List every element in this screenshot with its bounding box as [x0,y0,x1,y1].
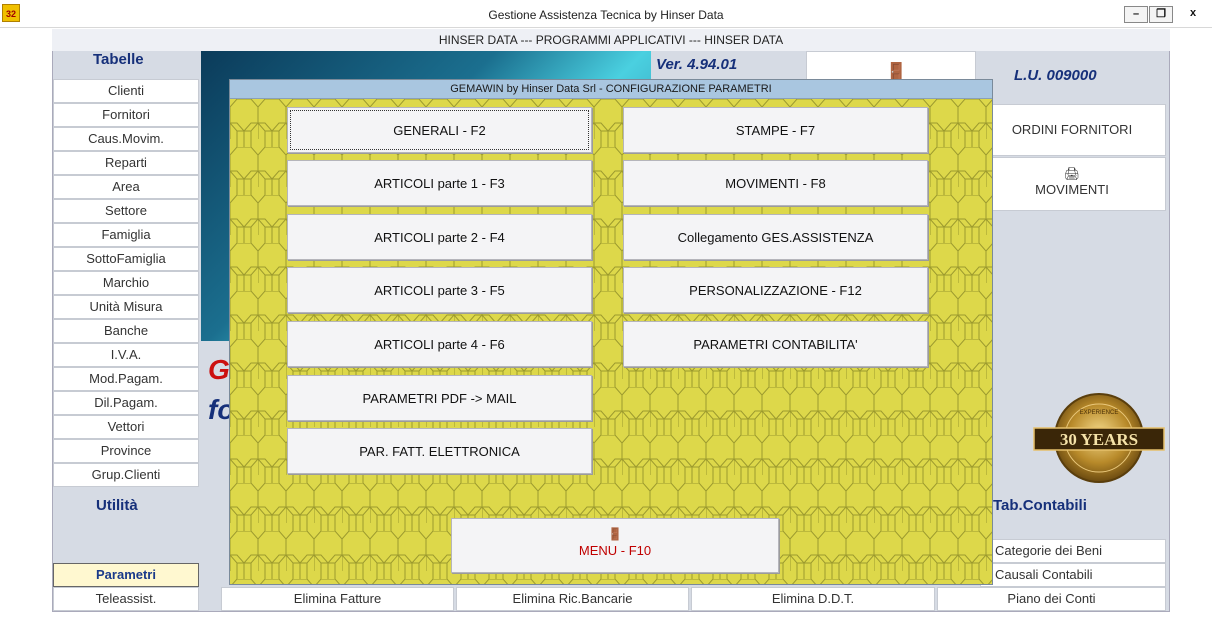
tabelle-item[interactable]: Mod.Pagam. [53,367,199,391]
config-button[interactable]: ARTICOLI parte 3 - F5 [287,267,592,313]
badge-text: 30 YEARS [1060,430,1138,449]
categorie-beni-button[interactable]: Categorie dei Beni [980,539,1166,563]
config-button[interactable]: PAR. FATT. ELETTRONICA [287,428,592,474]
close-button[interactable]: x [1178,6,1208,23]
ordini-fornitori-button[interactable]: ORDINI FORNITORI [978,104,1166,156]
tabelle-item[interactable]: Marchio [53,271,199,295]
restore-button[interactable]: ❐ [1149,6,1173,23]
printer-icon: 🖨 [1063,166,1081,181]
subtitle-bar: HINSER DATA --- PROGRAMMI APPLICATIVI --… [52,29,1170,51]
background-letter: G [208,354,230,385]
version-label: Ver. 4.94.01 [656,56,738,73]
tabelle-item[interactable]: Area [53,175,199,199]
tabelle-item[interactable]: Fornitori [53,103,199,127]
dialog-title: GEMAWIN by Hinser Data Srl - CONFIGURAZI… [230,80,992,99]
elimina-fatture-button[interactable]: Elimina Fatture [221,587,454,611]
tabelle-item[interactable]: SottoFamiglia [53,247,199,271]
window-title: Gestione Assistenza Tecnica by Hinser Da… [488,8,724,22]
causali-contabili-button[interactable]: Causali Contabili [980,563,1166,587]
config-button[interactable]: PARAMETRI CONTABILITA' [623,321,928,367]
config-button[interactable]: ARTICOLI parte 4 - F6 [287,321,592,367]
teleassist-button[interactable]: Teleassist. [53,587,199,611]
tabelle-item[interactable]: Province [53,439,199,463]
menu-label: MENU - F10 [578,543,652,558]
license-label: L.U. 009000 [1014,67,1097,84]
tabelle-item[interactable]: Vettori [53,415,199,439]
badge-subtext: EXPERIENCE [1080,410,1119,416]
tabelle-item[interactable]: I.V.A. [53,343,199,367]
configurazione-parametri-dialog: GEMAWIN by Hinser Data Srl - CONFIGURAZI… [229,79,993,585]
config-button[interactable]: ARTICOLI parte 2 - F4 [287,214,592,260]
section-title-tab-contabili: Tab.Contabili [993,497,1087,514]
tabelle-item[interactable]: Famiglia [53,223,199,247]
config-button[interactable]: PERSONALIZZAZIONE - F12 [623,267,928,313]
tabelle-item[interactable]: Settore [53,199,199,223]
tabelle-item[interactable]: Unità Misura [53,295,199,319]
config-button[interactable]: STAMPE - F7 [623,107,928,153]
tabelle-item[interactable]: Banche [53,319,199,343]
tabelle-item[interactable]: Grup.Clienti [53,463,199,487]
minimize-button[interactable]: – [1124,6,1148,23]
menu-f10-button[interactable]: 🚪 MENU - F10 [451,518,779,573]
config-button[interactable]: Collegamento GES.ASSISTENZA [623,214,928,260]
parametri-button[interactable]: Parametri [53,563,199,587]
config-button[interactable]: PARAMETRI PDF -> MAIL [287,375,592,421]
section-title-utilita: Utilità [96,497,138,514]
tabelle-item[interactable]: Reparti [53,151,199,175]
exit-icon: 🚪 [607,527,623,541]
config-button[interactable]: MOVIMENTI - F8 [623,160,928,206]
piano-conti-button[interactable]: Piano dei Conti [937,587,1166,611]
movimenti-button[interactable]: 🖨 MOVIMENTI [978,157,1166,211]
section-title-tabelle: Tabelle [93,51,144,68]
config-button[interactable]: GENERALI - F2 [287,107,592,153]
tabelle-item[interactable]: Caus.Movim. [53,127,199,151]
tabelle-item[interactable]: Clienti [53,79,199,103]
config-button[interactable]: ARTICOLI parte 1 - F3 [287,160,592,206]
elimina-ric-bancarie-button[interactable]: Elimina Ric.Bancarie [456,587,689,611]
30-years-badge: 30 YEARS EXPERIENCE [1032,390,1166,486]
movimenti-label: MOVIMENTI [1035,182,1109,197]
elimina-ddt-button[interactable]: Elimina D.D.T. [691,587,935,611]
tabelle-item[interactable]: Dil.Pagam. [53,391,199,415]
